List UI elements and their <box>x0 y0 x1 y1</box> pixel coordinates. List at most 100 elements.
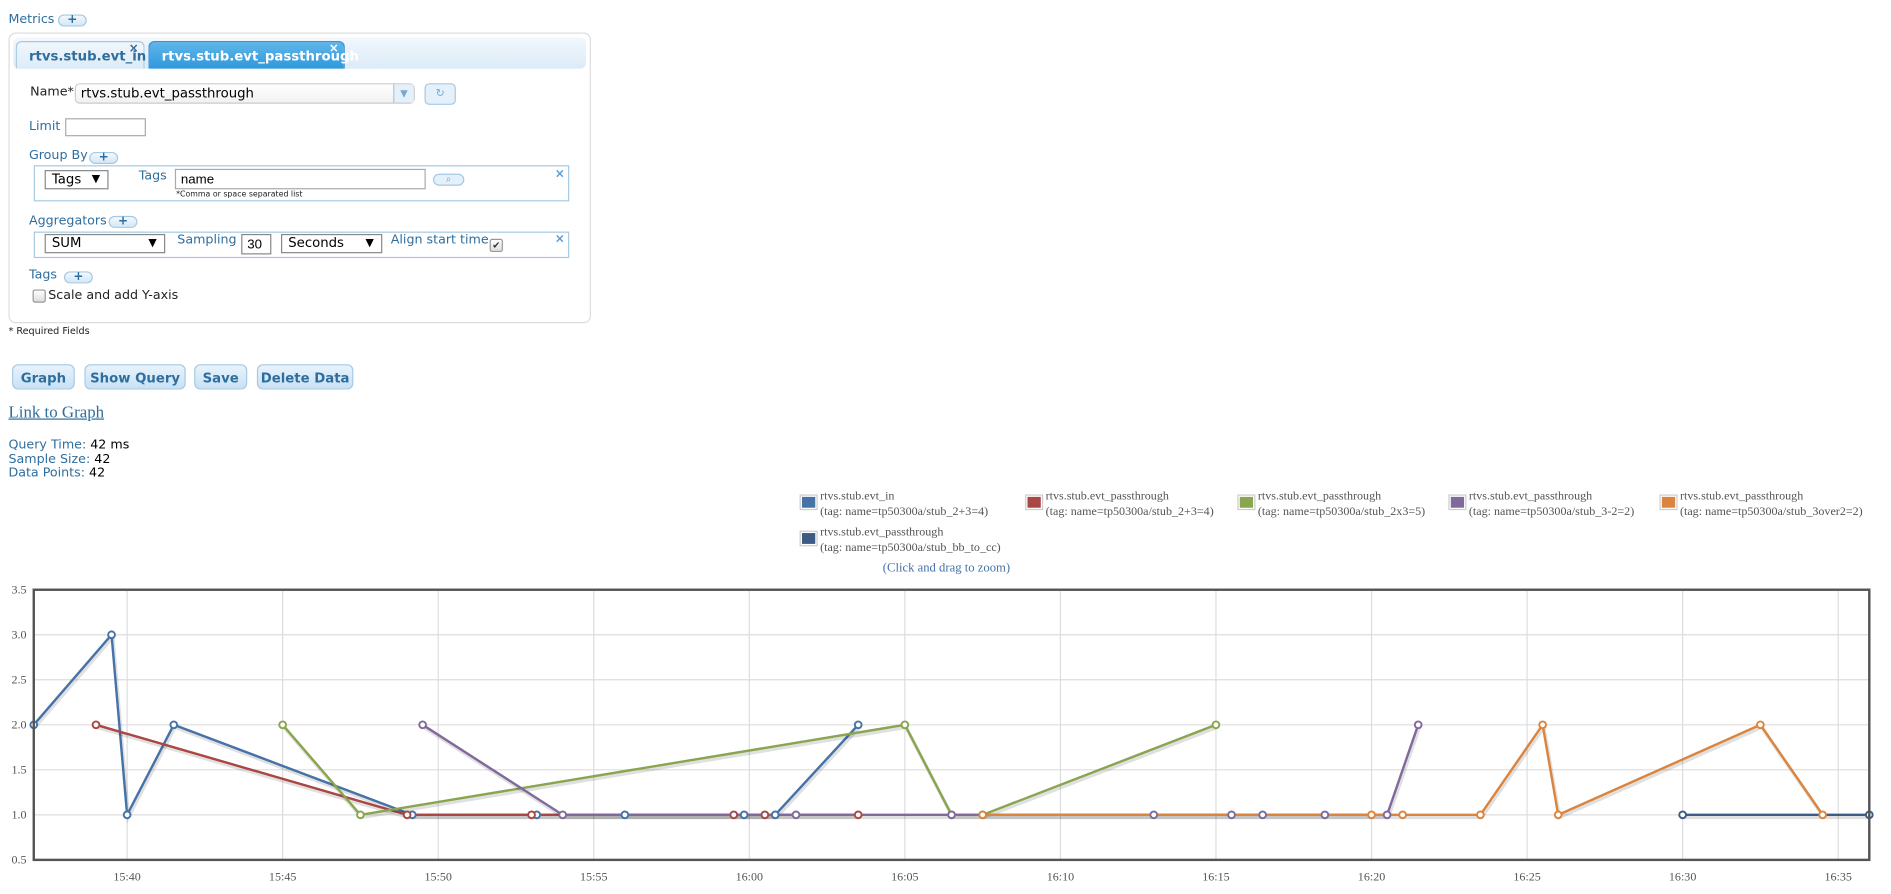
y-tick-label: 3.5 <box>11 582 26 596</box>
data-point <box>1678 810 1687 820</box>
y-tick-label: 3.0 <box>11 627 26 641</box>
legend-swatch <box>1659 494 1678 511</box>
group-by-box: Tags ▼ Tags *Comma or space separated lis… <box>33 165 570 202</box>
data-point <box>853 720 863 730</box>
close-tab-icon[interactable]: × <box>329 35 339 63</box>
data-point <box>356 810 365 820</box>
dropdown-arrow-icon: ▼ <box>91 173 101 186</box>
sampling-unit-select[interactable]: Seconds ▼ <box>280 233 383 254</box>
data-point <box>1553 810 1563 820</box>
aggregators-label: Aggregators <box>28 213 107 228</box>
data-point <box>418 720 427 730</box>
tab-evt-in[interactable]: rtvs.stub.evt_in × <box>15 41 146 69</box>
add-group-by-button[interactable]: + <box>89 151 119 165</box>
group-by-label: Group By <box>28 148 88 163</box>
x-tick-label: 15:55 <box>580 869 607 883</box>
scale-y-axis-label: Scale and add Y-axis <box>48 288 179 303</box>
series-shadow <box>422 725 1422 820</box>
data-point <box>1367 810 1376 820</box>
refresh-button[interactable]: ↻ <box>424 83 456 105</box>
aggregator-select[interactable]: SUM ▼ <box>44 233 166 254</box>
x-tick-label: 15:50 <box>424 869 451 883</box>
close-tab-icon[interactable]: × <box>129 35 139 63</box>
legend-swatch <box>1448 494 1467 511</box>
aggregator-box: SUM▼ Sampling Seconds▼ Align start time … <box>33 231 570 259</box>
data-point <box>527 810 536 820</box>
graph-button[interactable]: Graph <box>12 364 75 390</box>
show-query-button[interactable]: Show Query <box>84 364 186 390</box>
x-tick-label: 16:05 <box>891 869 918 883</box>
legend-label: rtvs.stub.evt_passthrough (tag: name=tp50… <box>1258 488 1425 519</box>
data-point <box>1476 810 1485 820</box>
x-tick-label: 15:45 <box>269 869 296 883</box>
data-point <box>1149 810 1159 820</box>
legend-text: rtvs.stub.evt_in <box>820 489 895 503</box>
data-point <box>1258 810 1267 820</box>
x-tick-label: 16:20 <box>1358 869 1385 883</box>
group-tags-input[interactable] <box>174 168 426 190</box>
search-tags-button[interactable]: ⌕ <box>432 173 465 186</box>
remove-group-by-icon[interactable]: × <box>555 168 565 181</box>
legend-swatch <box>799 530 818 547</box>
data-point <box>900 720 910 730</box>
group-tags-label: Tags <box>138 168 167 184</box>
line-chart[interactable]: 0.5 1.0 1.5 2.0 2.5 3.0 3.5 15:40 15:45 15:50 15:5… <box>0 579 1891 894</box>
chevron-down-icon[interactable]: ▼ <box>393 84 414 103</box>
x-tick-label: 16:35 <box>1824 869 1851 883</box>
link-to-graph[interactable]: Link to Graph <box>8 404 104 423</box>
select-value: SUM <box>51 235 82 251</box>
add-tag-button[interactable]: + <box>63 271 93 284</box>
series-shadow <box>33 632 861 824</box>
metric-name-combobox[interactable]: rtvs.stub.evt_passthrough ▼ <box>74 83 415 104</box>
tab-evt-passthrough[interactable]: rtvs.stub.evt_passthrough × <box>148 41 359 69</box>
limit-input[interactable] <box>65 118 146 137</box>
y-tick-label: 2.5 <box>11 672 26 686</box>
align-start-checkbox[interactable]: ✔ <box>489 238 503 253</box>
legend-text: rtvs.stub.evt_passthrough <box>1045 489 1169 503</box>
group-tags-hint: *Comma or space separated list <box>176 189 303 199</box>
search-icon: ⌕ <box>445 173 452 185</box>
sample-size-value: 42 <box>94 451 111 467</box>
remove-aggregator-icon[interactable]: × <box>555 233 565 246</box>
required-fields-note: * Required Fields <box>8 325 90 337</box>
add-aggregator-button[interactable]: + <box>108 215 138 228</box>
save-button[interactable]: Save <box>194 364 248 390</box>
name-label: Name* <box>30 84 74 99</box>
query-stats: Query Time: 42 ms Sample Size: 42 Data P… <box>8 437 129 481</box>
data-point <box>947 810 956 820</box>
x-tick-label: 16:25 <box>1513 869 1540 883</box>
legend-swatch <box>1025 494 1044 511</box>
data-point <box>1756 720 1765 730</box>
dropdown-arrow-icon: ▼ <box>148 237 157 250</box>
legend-swatch <box>1237 494 1256 511</box>
x-tick-label: 16:30 <box>1669 869 1696 883</box>
data-point <box>1818 810 1827 820</box>
data-point <box>402 810 412 820</box>
data-point <box>1398 810 1407 820</box>
sampling-value-input[interactable] <box>241 233 272 255</box>
sampling-label: Sampling <box>177 232 237 248</box>
data-points-label: Data Points: <box>8 465 86 480</box>
x-tick-label: 16:15 <box>1202 869 1229 883</box>
legend-text: rtvs.stub.evt_passthrough <box>1257 489 1382 503</box>
data-point <box>107 630 116 640</box>
group-by-type-select[interactable]: Tags ▼ <box>44 170 109 190</box>
limit-label: Limit <box>28 119 61 134</box>
legend-text: (tag: name=tp50300a/stub_3-2=2) <box>1468 505 1635 519</box>
y-tick-label: 0.5 <box>11 852 26 866</box>
legend-text: (tag: name=tp50300a/stub_2x3=5) <box>1257 505 1426 519</box>
scale-y-axis-checkbox[interactable] <box>32 289 46 303</box>
data-point <box>978 810 987 820</box>
legend-label: rtvs.stub.evt_in (tag: name=tp50300a/stub… <box>820 488 988 519</box>
metric-name-value: rtvs.stub.evt_passthrough <box>80 85 254 102</box>
data-point <box>558 810 567 820</box>
delete-data-button[interactable]: Delete Data <box>256 364 354 390</box>
legend-text: (tag: name=tp50300a/stub_3over2=2) <box>1679 505 1863 519</box>
query-time-label: Query Time: <box>8 437 87 453</box>
add-metric-button[interactable]: + <box>57 14 87 27</box>
data-point <box>729 810 739 820</box>
data-point <box>1320 810 1330 820</box>
select-value: Seconds <box>288 235 344 251</box>
data-point <box>620 810 630 820</box>
x-tick-label: 15:40 <box>113 869 140 883</box>
